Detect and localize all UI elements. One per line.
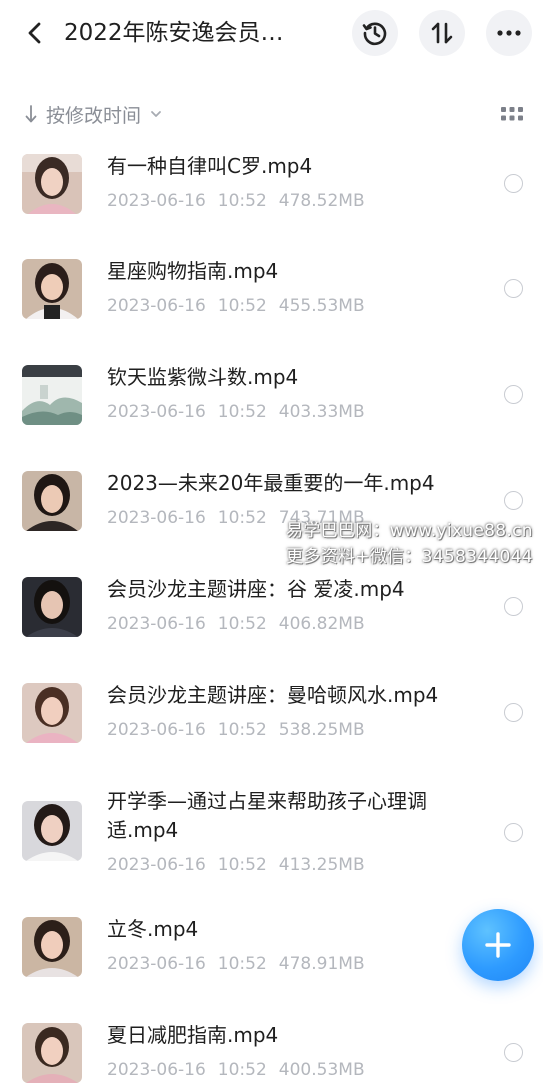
watermark: 易学巴巴网：www.yixue88.cn 更多资料+微信：3458344044 [286,518,536,570]
file-time: 10:52 [217,508,267,528]
file-size: 538.25MB [278,720,365,740]
video-thumbnail [22,801,82,861]
file-date: 2023-06-16 [107,954,206,974]
file-meta: 2023-06-16 10:52 455.53MB [107,295,477,317]
file-name: 2023—未来20年最重要的一年.mp4 [107,471,435,495]
add-button[interactable] [462,909,534,981]
video-thumbnail [22,577,82,637]
file-name: 立冬.mp4 [107,917,199,941]
file-time: 10:52 [217,402,267,422]
file-name: 钦天监紫微斗数.mp4 [107,365,299,389]
file-time: 10:52 [217,296,267,316]
list-item[interactable]: 有一种自律叫C罗.mp4 2023-06-16 10:52 478.52MB [0,136,543,242]
list-item[interactable]: 开学季—通过占星来帮助孩子心理调适.mp4 2023-06-16 10:52 413… [0,772,543,905]
file-date: 2023-06-16 [107,720,206,740]
grid-view-icon [501,107,523,121]
list-item[interactable]: 会员沙龙主题讲座：曼哈顿风水.mp4 2023-06-16 10:52 538.25… [0,666,543,772]
file-size: 403.33MB [278,402,365,422]
file-name: 开学季—通过占星来帮助孩子心理调适.mp4 [107,789,427,842]
more-button[interactable] [486,10,532,56]
file-name: 有一种自律叫C罗.mp4 [107,154,313,178]
file-size: 478.91MB [278,954,365,974]
file-date: 2023-06-16 [107,191,206,211]
file-date: 2023-06-16 [107,1060,206,1080]
file-name: 会员沙龙主题讲座：谷 爱凌.mp4 [107,577,405,601]
list-item[interactable]: 钦天监紫微斗数.mp4 2023-06-16 10:52 403.33MB [0,348,543,454]
file-meta: 2023-06-16 10:52 406.82MB [107,613,477,635]
select-radio[interactable] [504,597,523,616]
sort-arrows-icon [431,22,453,44]
chevron-left-icon [28,22,41,44]
select-radio[interactable] [504,823,523,842]
back-button[interactable] [18,16,52,50]
file-meta: 2023-06-16 10:52 478.52MB [107,190,477,212]
history-button[interactable] [352,10,398,56]
file-name: 星座购物指南.mp4 [107,259,279,283]
chevron-down-icon [151,111,161,117]
file-time: 10:52 [217,614,267,634]
file-size: 400.53MB [278,1060,365,1080]
page-title: 2022年陈安逸会员… [64,20,284,46]
grid-view-button[interactable] [500,104,524,124]
select-radio[interactable] [504,174,523,193]
sort-bar: 按修改时间 [0,96,543,132]
list-item[interactable]: 星座购物指南.mp4 2023-06-16 10:52 455.53MB [0,242,543,348]
select-radio[interactable] [504,279,523,298]
history-clock-icon [362,22,387,46]
video-thumbnail [22,683,82,743]
video-thumbnail [22,1023,82,1083]
file-date: 2023-06-16 [107,508,206,528]
plus-icon [485,932,511,958]
file-size: 478.52MB [278,191,365,211]
file-meta: 2023-06-16 10:52 400.53MB [107,1059,477,1081]
watermark-line-1: 易学巴巴网：www.yixue88.cn [286,521,533,541]
file-time: 10:52 [217,855,267,875]
select-radio[interactable] [504,491,523,510]
video-thumbnail [22,471,82,531]
video-thumbnail [22,917,82,977]
file-meta: 2023-06-16 10:52 403.33MB [107,401,477,423]
file-meta: 2023-06-16 10:52 478.91MB [107,953,477,975]
top-bar: 2022年陈安逸会员… [0,0,543,66]
file-name: 会员沙龙主题讲座：曼哈顿风水.mp4 [107,683,439,707]
file-time: 10:52 [217,191,267,211]
sort-button[interactable] [419,10,465,56]
select-radio[interactable] [504,385,523,404]
arrow-down-icon [25,105,37,123]
file-size: 413.25MB [278,855,365,875]
file-meta: 2023-06-16 10:52 538.25MB [107,719,477,741]
file-meta: 2023-06-16 10:52 413.25MB [107,854,477,876]
file-date: 2023-06-16 [107,296,206,316]
select-radio[interactable] [504,703,523,722]
select-radio[interactable] [504,1043,523,1062]
file-date: 2023-06-16 [107,402,206,422]
file-size: 455.53MB [278,296,365,316]
file-size: 406.82MB [278,614,365,634]
sort-label: 按修改时间 [46,104,142,127]
video-thumbnail [22,154,82,214]
more-dots-icon [497,30,521,36]
file-name: 夏日减肥指南.mp4 [107,1023,279,1047]
sort-order-toggle[interactable]: 按修改时间 [24,100,163,128]
watermark-line-2: 更多资料+微信：3458344044 [286,547,533,567]
video-thumbnail [22,365,82,425]
video-thumbnail [22,259,82,319]
file-date: 2023-06-16 [107,855,206,875]
file-time: 10:52 [217,1060,267,1080]
list-item[interactable]: 立冬.mp4 2023-06-16 10:52 478.91MB [0,905,543,1011]
file-time: 10:52 [217,954,267,974]
file-time: 10:52 [217,720,267,740]
file-date: 2023-06-16 [107,614,206,634]
list-item[interactable]: 夏日减肥指南.mp4 2023-06-16 10:52 400.53MB [0,1011,543,1091]
list-item[interactable]: 会员沙龙主题讲座：谷 爱凌.mp4 2023-06-16 10:52 406.82M… [0,560,543,666]
